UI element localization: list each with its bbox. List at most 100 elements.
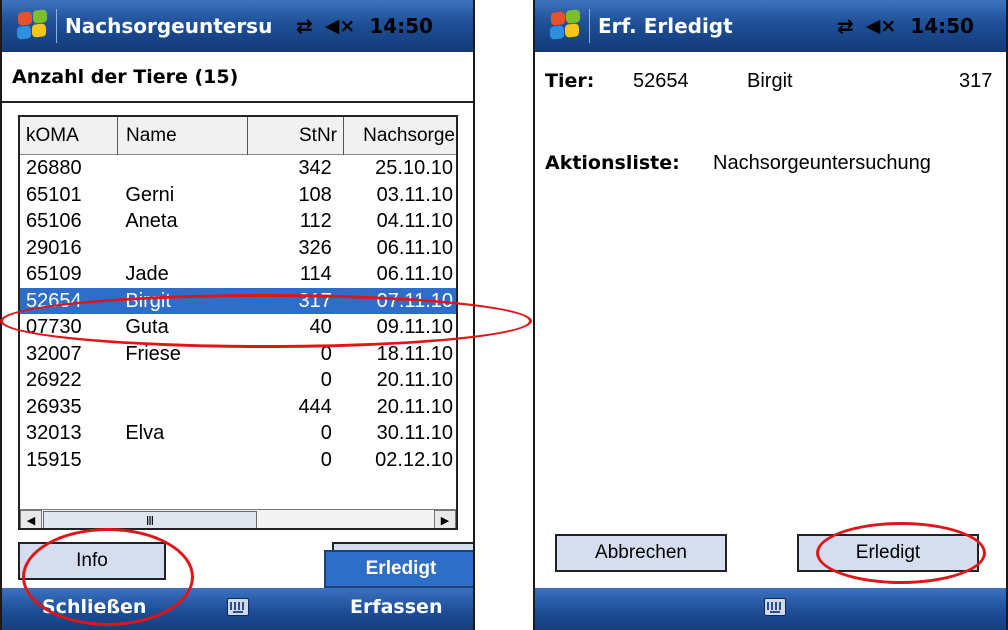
cell-stnr: 317 bbox=[298, 289, 332, 312]
softkey-bar: Schließen Erfassen bbox=[2, 588, 473, 630]
scroll-right-icon[interactable]: ▶ bbox=[434, 510, 456, 528]
cell-name bbox=[117, 394, 246, 421]
page-title: Anzahl der Tiere (15) bbox=[12, 66, 239, 88]
keyboard-icon[interactable] bbox=[764, 598, 786, 616]
cell-koma: 26922 bbox=[26, 369, 82, 391]
table-row[interactable]: 15915 0 02.12.10 bbox=[20, 447, 456, 474]
column-header-nachsorge[interactable]: Nachsorge bbox=[344, 117, 456, 155]
cell-stnr: 112 bbox=[299, 210, 332, 232]
done-button[interactable]: Erledigt bbox=[797, 534, 979, 572]
cell-nachsorge: 07.11.10 bbox=[376, 289, 453, 312]
horizontal-scroll-thumb[interactable]: Ⅲ bbox=[43, 511, 257, 528]
softkey-erfassen[interactable]: Erfassen bbox=[350, 596, 442, 618]
table-row[interactable]: 26880 342 25.10.10 bbox=[20, 155, 456, 182]
cell-stnr: 444 bbox=[298, 395, 332, 418]
cell-name: Aneta bbox=[125, 210, 178, 232]
keyboard-icon[interactable] bbox=[227, 598, 249, 616]
speaker-muted-icon[interactable]: ◀× bbox=[866, 15, 897, 37]
status-area: ⇄ ◀× 14:50 bbox=[296, 0, 433, 52]
cell-koma: 15915 bbox=[26, 448, 82, 471]
title-separator bbox=[56, 9, 57, 43]
cell-koma: 65106 bbox=[26, 210, 82, 232]
app-title: Nachsorgeuntersu bbox=[65, 14, 273, 38]
cell-koma: 52654 bbox=[26, 289, 82, 312]
column-header-koma[interactable]: kOMA bbox=[20, 117, 118, 155]
right-screen: Erf. Erledigt ⇄ ◀× 14:50 Tier: 52654 Bir… bbox=[533, 0, 1008, 630]
cell-name: Birgit bbox=[125, 289, 171, 312]
clock[interactable]: 14:50 bbox=[910, 14, 974, 38]
table-row[interactable]: 52654 Birgit 317 07.11.10 bbox=[20, 287, 456, 314]
cell-koma: 26880 bbox=[26, 157, 82, 179]
table-row[interactable]: 32013 Elva 0 30.11.10 bbox=[20, 420, 456, 447]
cell-name bbox=[117, 447, 246, 474]
cell-name bbox=[117, 235, 246, 262]
cell-name: Guta bbox=[125, 316, 169, 338]
table-row[interactable]: 32007 Friese 0 18.11.10 bbox=[20, 341, 456, 368]
cell-stnr: 342 bbox=[298, 157, 332, 179]
table-row[interactable]: 65101 Gerni 108 03.11.10 bbox=[20, 182, 456, 209]
tier-label: Tier: bbox=[545, 70, 595, 92]
cell-koma: 65109 bbox=[26, 263, 82, 285]
tier-id: 52654 bbox=[633, 70, 689, 92]
cell-name bbox=[117, 367, 246, 394]
title-separator bbox=[589, 9, 590, 43]
softkey-schliessen[interactable]: Schließen bbox=[42, 596, 146, 618]
cell-stnr: 40 bbox=[309, 316, 332, 338]
cell-name: Elva bbox=[125, 422, 165, 444]
cell-nachsorge: 04.11.10 bbox=[376, 210, 453, 232]
vertical-scrollbar[interactable]: ▲ ≡ ▼ bbox=[457, 117, 458, 512]
cell-name: Gerni bbox=[125, 183, 175, 206]
cell-nachsorge: 02.12.10 bbox=[375, 448, 453, 471]
scroll-left-icon[interactable]: ◀ bbox=[20, 510, 42, 528]
cell-nachsorge: 20.11.10 bbox=[376, 395, 453, 418]
cancel-button[interactable]: Abbrechen bbox=[555, 534, 727, 572]
cell-nachsorge: 09.11.10 bbox=[376, 316, 453, 338]
connectivity-icon[interactable]: ⇄ bbox=[837, 14, 854, 38]
info-button[interactable]: Info bbox=[18, 542, 166, 580]
cell-stnr: 108 bbox=[298, 183, 332, 206]
cell-koma: 29016 bbox=[26, 236, 82, 259]
left-screen: Nachsorgeuntersu ⇄ ◀× 14:50 Anzahl der T… bbox=[0, 0, 475, 630]
cell-name: Friese bbox=[125, 342, 181, 365]
column-header-name[interactable]: Name bbox=[118, 117, 248, 155]
cell-nachsorge: 20.11.10 bbox=[376, 369, 453, 391]
grid-header: kOMA Name StNr Nachsorge bbox=[20, 117, 456, 155]
cell-stnr: 0 bbox=[320, 422, 332, 444]
cell-stnr: 0 bbox=[320, 342, 332, 365]
tier-name: Birgit bbox=[747, 70, 793, 92]
speaker-muted-icon[interactable]: ◀× bbox=[325, 15, 356, 37]
table-row[interactable]: 07730 Guta 40 09.11.10 bbox=[20, 314, 456, 341]
table-row[interactable]: 26922 0 20.11.10 bbox=[20, 367, 456, 394]
cell-stnr: 0 bbox=[320, 369, 332, 391]
cell-stnr: 114 bbox=[299, 263, 332, 285]
cell-stnr: 326 bbox=[298, 236, 332, 259]
cell-nachsorge: 06.11.10 bbox=[376, 263, 453, 285]
cell-name bbox=[117, 155, 246, 182]
table-row[interactable]: 65109 Jade 114 06.11.10 bbox=[20, 261, 456, 288]
app-title: Erf. Erledigt bbox=[598, 14, 733, 38]
cell-koma: 32013 bbox=[26, 422, 82, 444]
clock[interactable]: 14:50 bbox=[369, 14, 433, 38]
status-area: ⇄ ◀× 14:50 bbox=[837, 0, 974, 52]
cell-nachsorge: 06.11.10 bbox=[376, 236, 453, 259]
grid-rows: 26880 342 25.10.10 65101 Gerni 108 03.11.10 651… bbox=[20, 155, 456, 474]
horizontal-scrollbar[interactable]: ◀ Ⅲ ▶ bbox=[20, 509, 456, 528]
erledigt-button[interactable]: Erledigt bbox=[324, 550, 473, 588]
cell-nachsorge: 25.10.10 bbox=[375, 157, 453, 179]
cell-koma: 26935 bbox=[26, 395, 82, 418]
softkey-bar bbox=[535, 588, 1006, 630]
table-row[interactable]: 65106 Aneta 112 04.11.10 bbox=[20, 208, 456, 235]
windows-flag-icon[interactable] bbox=[539, 7, 583, 45]
table-row[interactable]: 26935 444 20.11.10 bbox=[20, 394, 456, 421]
aktionsliste-label: Aktionsliste: bbox=[545, 152, 680, 174]
scrollbar-corner bbox=[457, 509, 458, 530]
animal-list-grid[interactable]: kOMA Name StNr Nachsorge 26880 342 25.10.1… bbox=[18, 115, 458, 530]
cell-koma: 32007 bbox=[26, 342, 82, 365]
connectivity-icon[interactable]: ⇄ bbox=[296, 14, 313, 38]
cell-koma: 07730 bbox=[26, 316, 82, 338]
cell-nachsorge: 30.11.10 bbox=[376, 422, 453, 444]
table-row[interactable]: 29016 326 06.11.10 bbox=[20, 235, 456, 262]
column-header-stnr[interactable]: StNr bbox=[248, 117, 344, 155]
tier-stnr: 317 bbox=[959, 70, 993, 92]
windows-flag-icon[interactable] bbox=[6, 7, 50, 45]
